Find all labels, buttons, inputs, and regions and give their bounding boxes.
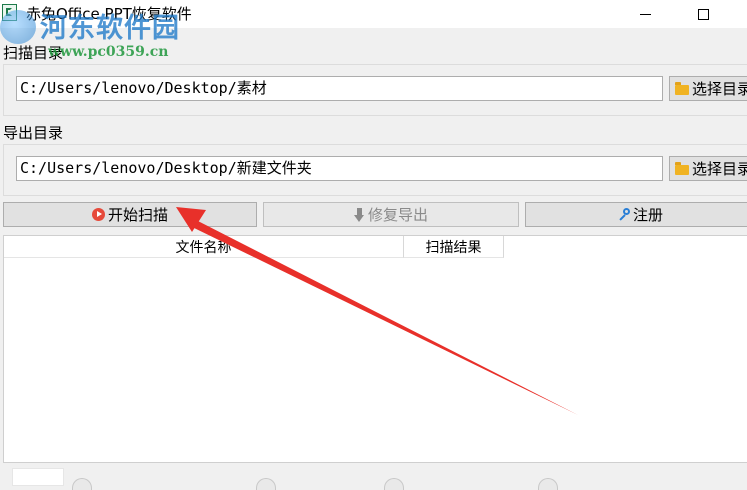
scan-dir-input[interactable]: C:/Users/lenovo/Desktop/素材	[16, 76, 663, 101]
watermark-url: www.pc0359.cn	[48, 44, 169, 60]
download-arrow-icon	[353, 207, 365, 222]
export-dir-browse-label: 选择目录	[692, 160, 747, 178]
scan-dir-browse-label: 选择目录	[692, 80, 747, 98]
repair-export-button[interactable]: 修复导出	[263, 202, 519, 227]
minimize-icon	[639, 13, 651, 15]
maximize-icon	[697, 8, 709, 20]
register-label: 注册	[632, 206, 663, 224]
start-scan-label: 开始扫描	[107, 206, 168, 224]
key-icon	[617, 207, 631, 222]
results-table[interactable]: 文件名称 扫描结果	[3, 235, 747, 463]
bottom-strip	[0, 463, 747, 486]
register-button[interactable]: 注册	[525, 202, 747, 227]
maximize-button[interactable]	[680, 0, 726, 28]
bottom-thumbnail	[12, 468, 64, 486]
watermark-name: 河东软件园	[40, 13, 180, 44]
folder-icon	[675, 161, 689, 175]
column-header-file-name[interactable]: 文件名称	[4, 236, 404, 258]
folder-icon	[675, 81, 689, 95]
export-dir-browse-button[interactable]: 选择目录	[669, 156, 747, 181]
start-scan-button[interactable]: 开始扫描	[3, 202, 257, 227]
play-icon	[91, 208, 105, 221]
scan-dir-browse-button[interactable]: 选择目录	[669, 76, 747, 101]
export-dir-label: 导出目录	[3, 124, 64, 142]
minimize-button[interactable]	[622, 0, 668, 28]
watermark-logo	[0, 10, 36, 44]
repair-export-label: 修复导出	[367, 206, 428, 224]
column-header-scan-result[interactable]: 扫描结果	[404, 236, 504, 258]
export-dir-input[interactable]: C:/Users/lenovo/Desktop/新建文件夹	[16, 156, 663, 181]
